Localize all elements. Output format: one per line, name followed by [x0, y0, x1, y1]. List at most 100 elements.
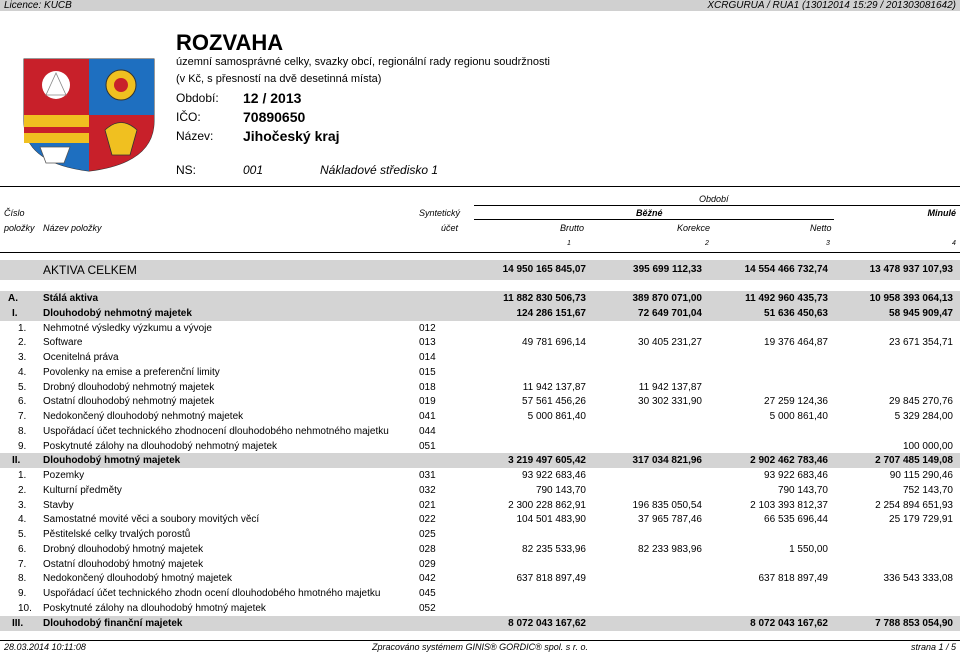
row-brutto: 57 561 456,26 [522, 396, 586, 407]
row-minule: 90 115 290,46 [889, 470, 953, 481]
row-brutto: 11 882 830 506,73 [503, 293, 586, 304]
row-number: 5. [18, 529, 27, 540]
row-korekce: 30 302 331,90 [638, 396, 702, 407]
footer-system: Zpracováno systémem GINIS® GORDIC® spol.… [372, 642, 588, 652]
table-row: III. Dlouhodobý finanční majetek 8 072 043… [0, 617, 960, 631]
report-id-text: XCRGURUA / RUA1 (13012014 15:29 / 201303… [707, 0, 956, 11]
row-name: Dlouhodobý hmotný majetek [43, 455, 181, 466]
col-num-4: 4 [952, 240, 956, 247]
row-number: 5. [18, 382, 27, 393]
row-account: 051 [419, 441, 436, 452]
row-brutto: 2 300 228 862,91 [508, 500, 586, 511]
row-netto: 27 259 124,36 [764, 396, 828, 407]
row-number: 3. [18, 500, 27, 511]
table-row: 4. Povolenky na emise a preferenční limit… [0, 366, 960, 380]
row-account: 042 [419, 573, 436, 584]
table-row: 8. Uspořádací účet technického zhodnocení… [0, 425, 960, 439]
row-name: Poskytnuté zálohy na dlouhodobý hmotný m… [43, 603, 266, 614]
row-account: 045 [419, 588, 436, 599]
col-num-3: 3 [826, 240, 830, 247]
footer-page: strana 1 / 5 [910, 642, 956, 652]
row-brutto: 11 942 137,87 [522, 382, 586, 393]
row-netto: 1 550,00 [789, 544, 828, 555]
row-minule: 100 000,00 [902, 441, 953, 452]
row-brutto: 93 922 683,46 [522, 470, 586, 481]
row-korekce: 11 942 137,87 [638, 382, 702, 393]
row-minule: 336 543 333,08 [883, 573, 953, 584]
row-number: 6. [18, 396, 27, 407]
row-number: 8. [18, 426, 27, 437]
row-name: Samostatné movité věci a soubory movitýc… [43, 514, 260, 525]
row-korekce: 37 965 787,46 [638, 514, 702, 525]
obdobi-label: Období: [176, 91, 219, 105]
row-korekce: 389 870 071,00 [632, 293, 702, 304]
row-netto: 19 376 464,87 [764, 337, 828, 348]
cislo-header: Číslo [4, 208, 25, 218]
table-row: 8. Nedokončený dlouhodobý hmotný majetek 0… [0, 572, 960, 586]
table-row: 7. Nedokončený dlouhodobý nehmotný majete… [0, 410, 960, 424]
obdobi-value: 12 / 2013 [243, 90, 302, 106]
row-name: Uspořádací účet technického zhodn ocení … [43, 588, 381, 599]
row-account: 044 [419, 426, 436, 437]
row-name: Dlouhodobý finanční majetek [43, 618, 183, 629]
table-row: A. Stálá aktiva 11 882 830 506,73 389 870 0… [0, 292, 960, 306]
row-name: Ocenitelná práva [43, 352, 119, 363]
subtitle-2: (v Kč, s přesností na dvě desetinná míst… [176, 73, 382, 85]
row-account: 019 [419, 396, 436, 407]
aktiva-korekce: 395 699 112,33 [633, 264, 702, 275]
row-name: Pozemky [43, 470, 85, 481]
table-row: 9. Uspořádací účet technického zhodn ocen… [0, 587, 960, 601]
row-minule: 2 254 894 651,93 [875, 500, 953, 511]
row-name: Dlouhodobý nehmotný majetek [43, 308, 192, 319]
bezne-rule [474, 219, 834, 220]
footer-date: 28.03.2014 10:11:08 [4, 642, 86, 652]
row-name: Drobný dlouhodobý hmotný majetek [43, 544, 204, 555]
row-account: 041 [419, 411, 436, 422]
ns-label: NS: [176, 163, 197, 177]
row-name: Pěstitelské celky trvalých porostů [43, 529, 191, 540]
row-name: Software [43, 337, 83, 348]
row-netto: 93 922 683,46 [764, 470, 828, 481]
row-minule: 7 788 853 054,90 [875, 618, 953, 629]
row-account: 052 [419, 603, 436, 614]
row-netto: 790 143,70 [777, 485, 828, 496]
aktiva-brutto: 14 950 165 845,07 [502, 264, 586, 275]
table-row: 5. Drobný dlouhodobý nehmotný majetek 018 1… [0, 381, 960, 395]
row-number: 9. [18, 588, 27, 599]
ns-name: Nákladové středisko 1 [320, 163, 439, 177]
row-name: Stavby [43, 500, 74, 511]
table-row: 1. Pozemky 031 93 922 683,46 93 922 683,46 90… [0, 469, 960, 483]
row-name: Drobný dlouhodobý nehmotný majetek [43, 382, 215, 393]
table-row: 6. Ostatní dlouhodobý nehmotný majetek 019… [0, 395, 960, 409]
row-netto: 8 072 043 167,62 [750, 618, 828, 629]
row-netto: 5 000 861,40 [769, 411, 828, 422]
table-row: 10. Poskytnuté zálohy na dlouhodobý hmotn… [0, 602, 960, 616]
ico-value: 70890650 [243, 109, 306, 125]
row-account: 022 [419, 514, 436, 525]
row-name: Ostatní dlouhodobý hmotný majetek [43, 559, 204, 570]
row-account: 028 [419, 544, 436, 555]
row-name: Poskytnuté zálohy na dlouhodobý nehmotný… [43, 441, 278, 452]
row-brutto: 790 143,70 [535, 485, 586, 496]
aktiva-netto: 14 554 466 732,74 [744, 264, 828, 275]
row-account: 013 [419, 337, 436, 348]
header-bottom-rule [0, 252, 960, 253]
row-brutto: 49 781 696,14 [522, 337, 586, 348]
row-name: Ostatní dlouhodobý nehmotný majetek [43, 396, 215, 407]
row-number: 10. [18, 603, 32, 614]
row-number: 7. [18, 411, 27, 422]
row-netto: 2 103 393 812,37 [750, 500, 828, 511]
row-netto: 51 636 450,63 [764, 308, 828, 319]
table-row: 4. Samostatné movité věci a soubory movit… [0, 513, 960, 527]
row-netto: 637 818 897,49 [758, 573, 828, 584]
row-name: Nedokončený dlouhodobý nehmotný majetek [43, 411, 244, 422]
license-text: Licence: KUCB [4, 0, 72, 11]
nazev-header: Název položky [43, 223, 102, 233]
table-row: 7. Ostatní dlouhodobý hmotný majetek 029 [0, 558, 960, 572]
row-account: 032 [419, 485, 436, 496]
table-row: 3. Ocenitelná práva 014 [0, 351, 960, 365]
row-brutto: 5 000 861,40 [527, 411, 586, 422]
row-brutto: 8 072 043 167,62 [508, 618, 586, 629]
row-korekce: 82 233 983,96 [638, 544, 702, 555]
row-korekce: 30 405 231,27 [638, 337, 702, 348]
